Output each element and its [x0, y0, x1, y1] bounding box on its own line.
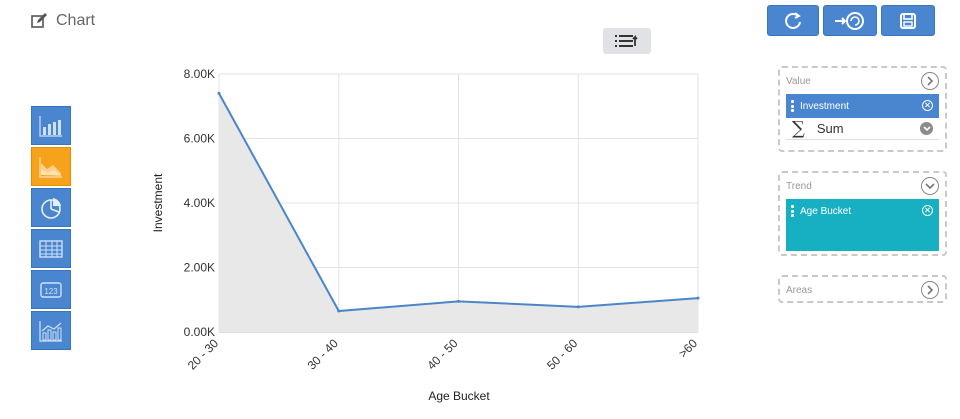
data-point	[457, 299, 460, 303]
pie-chart-icon	[41, 197, 61, 219]
chevron-right-icon[interactable]	[921, 72, 939, 90]
export-button[interactable]	[823, 5, 877, 36]
combo-chart-icon	[39, 320, 62, 342]
area-chart-icon	[39, 156, 62, 178]
aggregation-select[interactable]: ∑ Sum	[786, 118, 939, 140]
chevron-down-icon[interactable]	[921, 177, 939, 195]
trend-panel-header: Trend	[780, 173, 945, 199]
data-point	[337, 309, 341, 313]
x-axis-ticks: 20 - 30 30 - 40 40 - 50 50 - 60 >60	[185, 336, 701, 373]
pie-chart-button[interactable]	[31, 188, 71, 227]
number-button[interactable]: 123	[31, 270, 71, 309]
value-panel-label: Value	[786, 75, 811, 87]
value-field-chip[interactable]: Investment	[786, 94, 939, 118]
sort-button[interactable]	[603, 28, 651, 54]
drag-handle-icon[interactable]	[791, 100, 794, 112]
refresh-button[interactable]	[767, 5, 819, 36]
data-point	[696, 296, 700, 300]
bar-chart-icon	[39, 115, 62, 137]
table-icon	[39, 239, 63, 258]
export-icon	[835, 11, 864, 30]
trend-field-label: Age Bucket	[800, 206, 852, 217]
value-panel-header: Value	[780, 68, 945, 94]
data-point	[576, 305, 580, 309]
number-icon: 123	[40, 281, 62, 298]
x-tick-label: 20 - 30	[185, 336, 222, 373]
sigma-icon: ∑	[792, 118, 805, 139]
trend-panel: Trend Age Bucket	[778, 171, 947, 256]
y-axis-ticks: 0.00K2.00K4.00K6.00K8.00K	[184, 67, 215, 339]
x-tick-label: 40 - 50	[424, 336, 461, 373]
aggregation-label: Sum	[816, 121, 844, 136]
x-tick-label: 50 - 60	[544, 336, 581, 373]
y-tick-label: 2.00K	[184, 261, 215, 275]
page-title: Chart	[56, 12, 96, 29]
y-tick-label: 6.00K	[184, 132, 215, 146]
x-axis-title: Age Bucket	[428, 389, 490, 403]
chart-header: Chart	[30, 12, 95, 30]
combo-chart-button[interactable]	[31, 311, 71, 350]
remove-icon[interactable]	[922, 100, 933, 111]
chevron-down-icon[interactable]	[920, 122, 933, 135]
data-point	[217, 91, 221, 95]
edit-icon[interactable]	[30, 12, 48, 30]
areas-panel-header: Areas	[780, 277, 945, 303]
x-tick-label: >60	[676, 336, 701, 361]
x-tick-label: 30 - 40	[305, 336, 342, 373]
value-field-label: Investment	[800, 100, 849, 112]
areas-panel: Areas	[778, 275, 947, 303]
remove-icon[interactable]	[922, 205, 933, 216]
toolbar	[767, 5, 935, 36]
save-icon	[900, 12, 916, 29]
y-axis-title: Investment	[151, 173, 165, 232]
chart-type-selector: 123	[31, 106, 71, 352]
y-tick-label: 8.00K	[184, 67, 215, 81]
trend-field-chip[interactable]: Age Bucket	[786, 199, 939, 251]
area-chart-button[interactable]	[31, 147, 71, 186]
sort-list-icon	[615, 34, 638, 47]
chevron-right-icon[interactable]	[921, 281, 939, 299]
areas-panel-label: Areas	[786, 284, 813, 296]
value-panel: Value Investment ∑ Sum	[778, 66, 947, 152]
bar-chart-button[interactable]	[31, 106, 71, 145]
svg-text:123: 123	[44, 287, 58, 296]
trend-panel-label: Trend	[786, 180, 812, 192]
y-tick-label: 4.00K	[184, 196, 215, 210]
drag-handle-icon[interactable]	[791, 205, 794, 217]
table-button[interactable]	[31, 229, 71, 268]
refresh-icon	[785, 11, 801, 29]
area-chart: 0.00K2.00K4.00K6.00K8.00K 20 - 30 30 - 40…	[151, 67, 701, 403]
save-button[interactable]	[881, 5, 935, 36]
